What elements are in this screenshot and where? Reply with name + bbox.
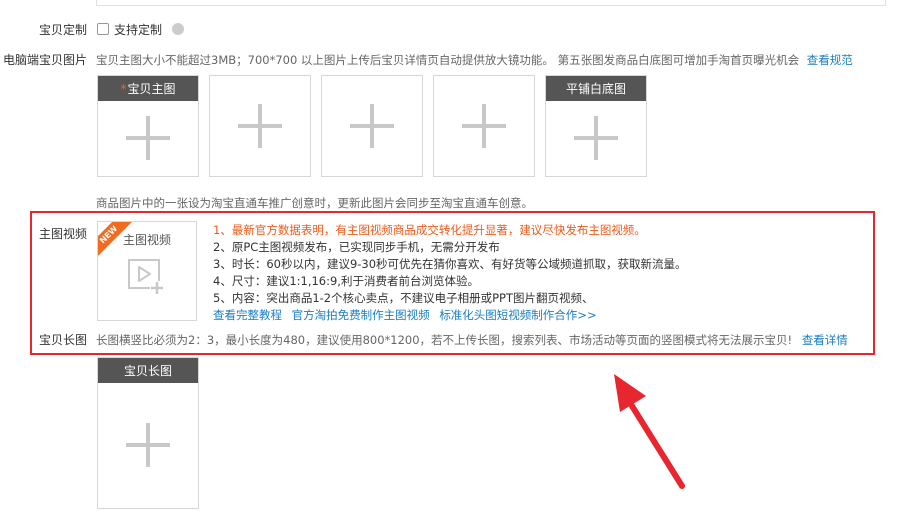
- video-guideline-5: 5、内容：突出商品1-2个核心卖点，不建议电子相册或PPT图片翻页视频、: [213, 291, 594, 305]
- long-image-hint-text: 长图横竖比必须为2：3，最小长度为480，建议使用800*1200，若不上传长图…: [96, 333, 793, 347]
- plus-icon: [238, 104, 282, 148]
- white-bg-image-slot[interactable]: 平铺白底图: [545, 75, 647, 177]
- main-image-slot[interactable]: * 宝贝主图: [97, 75, 199, 177]
- slot-header: 平铺白底图: [546, 76, 646, 101]
- main-video-slot[interactable]: NEW 主图视频: [97, 221, 197, 321]
- long-image-slot[interactable]: 宝贝长图: [97, 357, 199, 509]
- plus-icon: [350, 104, 394, 148]
- video-guideline-3: 3、时长：60秒以内，建议9-30秒可优先在猜你喜欢、有好货等公域频道抓取，获取…: [213, 257, 687, 271]
- pc-images-label: 电脑端宝贝图片: [2, 53, 87, 67]
- pc-images-footnote: 商品图片中的一张设为淘宝直通车推广创意时，更新此图片会同步至淘宝直通车创意。: [96, 196, 533, 210]
- video-guideline-4: 4、尺寸：建议1:1,16:9,利于消费者前台浏览体验。: [213, 274, 479, 288]
- view-spec-link[interactable]: 查看规范: [807, 53, 853, 67]
- video-guideline-1: 1、最新官方数据表明，有主图视频商品成交转化提升显著，建议尽快发布主图视频。: [213, 223, 646, 237]
- video-links: 查看完整教程 官方淘拍免费制作主图视频 标准化头图短视频制作合作>>: [213, 307, 687, 324]
- image-slot-4[interactable]: [433, 75, 535, 177]
- red-arrow-annotation: [614, 374, 685, 489]
- plus-icon: [462, 104, 506, 148]
- custom-row: 支持定制: [97, 21, 185, 38]
- plus-icon: [574, 116, 618, 160]
- image-slot-2[interactable]: [209, 75, 311, 177]
- slot-title: 平铺白底图: [565, 82, 626, 96]
- slot-title: 宝贝长图: [123, 364, 172, 378]
- custom-checkbox[interactable]: [97, 23, 109, 35]
- help-icon[interactable]: [172, 23, 185, 35]
- full-tutorial-link[interactable]: 查看完整教程: [213, 308, 282, 322]
- long-image-label: 宝贝长图: [38, 333, 87, 347]
- custom-checkbox-label[interactable]: 支持定制: [114, 21, 162, 38]
- pc-images-hint: 宝贝主图大小不能超过3MB；700*700 以上图片上传后宝贝详情页自动提供放大…: [96, 52, 853, 68]
- plus-icon: [126, 423, 170, 467]
- required-mark: *: [120, 81, 127, 96]
- main-video-label: 主图视频: [38, 227, 87, 241]
- plus-icon: [126, 116, 170, 160]
- video-guidelines: 1、最新官方数据表明，有主图视频商品成交转化提升显著，建议尽快发布主图视频。 2…: [213, 222, 687, 324]
- slot-header: 宝贝长图: [98, 358, 198, 383]
- video-slot-title: 主图视频: [122, 233, 171, 247]
- pc-images-hint-text: 宝贝主图大小不能超过3MB；700*700 以上图片上传后宝贝详情页自动提供放大…: [96, 53, 800, 67]
- video-add-icon: [128, 259, 165, 294]
- custom-label: 宝贝定制: [38, 23, 87, 37]
- slot-header: * 宝贝主图: [98, 76, 198, 101]
- view-details-link[interactable]: 查看详情: [802, 333, 848, 347]
- video-guideline-2: 2、原PC主图视频发布，已实现同步手机，无需分开发布: [213, 240, 500, 254]
- official-video-link[interactable]: 官方淘拍免费制作主图视频: [292, 308, 430, 322]
- slot-title: 宝贝主图: [127, 82, 176, 96]
- image-slot-3[interactable]: [321, 75, 423, 177]
- short-video-cooperation-link[interactable]: 标准化头图短视频制作合作>>: [439, 308, 596, 322]
- long-image-hint: 长图横竖比必须为2：3，最小长度为480，建议使用800*1200，若不上传长图…: [96, 332, 848, 348]
- previous-section-box: [96, 0, 886, 6]
